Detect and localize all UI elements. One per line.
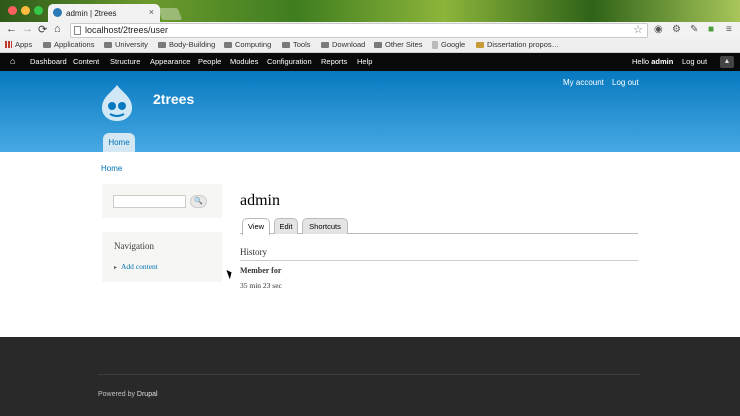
extension-green-icon[interactable]: ■ [708, 24, 714, 35]
tab-view[interactable]: View [242, 218, 270, 235]
footer-divider [98, 374, 640, 375]
main-menu-home[interactable]: Home [103, 133, 135, 152]
member-for-value: 35 min 23 sec [240, 281, 282, 290]
toolbar-appearance[interactable]: Appearance [150, 57, 190, 66]
bookmark-label: Body-Building [169, 40, 216, 49]
browser-titlebar: admin | 2trees × [0, 0, 740, 22]
bookmark-applications[interactable]: Applications [43, 40, 94, 49]
member-for-label: Member for [240, 266, 282, 275]
toolbar-modules[interactable]: Modules [230, 57, 258, 66]
page-title: admin [240, 192, 280, 209]
forward-arrow-icon[interactable]: → [22, 23, 33, 35]
navigation-block: Navigation Add content [102, 232, 222, 282]
reload-icon[interactable]: ⟳ [38, 23, 47, 36]
apps-grid-icon [5, 41, 12, 48]
search-button[interactable]: 🔍 [190, 195, 207, 208]
folder-icon [282, 41, 290, 48]
bookmark-label: Tools [293, 40, 311, 49]
browser-toolbar: ← → ⟳ ⌂ localhost/2trees/user ☆ ◉ ⚙ ✎ ■ … [0, 22, 740, 39]
admin-toolbar: ⌂ Dashboard Content Structure Appearance… [0, 53, 740, 71]
bookmark-other-sites[interactable]: Other Sites [374, 40, 423, 49]
toolbar-structure[interactable]: Structure [110, 57, 140, 66]
bookmark-label: Apps [15, 40, 33, 49]
zoom-window-button[interactable] [34, 6, 43, 15]
menu-icon[interactable]: ≡ [726, 24, 732, 35]
folder-icon [321, 41, 329, 48]
folder-icon [43, 41, 51, 48]
extension-globe-icon[interactable]: ◉ [654, 24, 663, 35]
url-text: localhost/2trees/user [85, 25, 169, 35]
close-window-button[interactable] [8, 6, 17, 15]
logout-link[interactable]: Log out [612, 78, 639, 87]
home-icon[interactable]: ⌂ [54, 23, 61, 35]
minimize-window-button[interactable] [21, 6, 30, 15]
bookmark-download[interactable]: Download [321, 40, 365, 49]
tab-title: admin | 2trees [66, 8, 117, 18]
bookmark-computing[interactable]: Computing [224, 40, 271, 49]
toolbar-greeting: Hello admin [632, 57, 673, 66]
bookmark-google[interactable]: Google [432, 40, 465, 49]
toolbar-people[interactable]: People [198, 57, 221, 66]
bookmarks-bar: Apps Applications University Body-Buildi… [0, 39, 740, 53]
folder-icon [224, 41, 232, 48]
toolbar-drawer-toggle[interactable]: ▲ [720, 56, 734, 68]
page-icon [432, 40, 438, 49]
powered-by: Powered by Drupal [98, 391, 158, 398]
mouse-cursor-icon [226, 268, 234, 280]
bookmark-tools[interactable]: Tools [282, 40, 311, 49]
browser-tab[interactable]: admin | 2trees × [48, 4, 160, 22]
breadcrumb[interactable]: Home [101, 164, 122, 173]
drupal-favicon-icon [53, 8, 62, 17]
drupal-logo-icon[interactable] [100, 84, 134, 122]
bookmark-label: Download [332, 40, 366, 49]
back-arrow-icon[interactable]: ← [6, 23, 17, 35]
tab-shortcuts[interactable]: Shortcuts [302, 218, 348, 234]
navigation-title: Navigation [114, 241, 154, 251]
toolbar-help[interactable]: Help [357, 57, 372, 66]
bookmark-apps[interactable]: Apps [5, 40, 32, 49]
site-footer: Powered by Drupal [0, 337, 740, 416]
toolbar-content[interactable]: Content [73, 57, 99, 66]
tab-close-icon[interactable]: × [149, 7, 154, 17]
extension-gear-icon[interactable]: ⚙ [672, 24, 681, 35]
hello-prefix: Hello [632, 57, 652, 66]
bookmark-label: Other Sites [385, 40, 423, 49]
toolbar-home-icon[interactable]: ⌂ [10, 56, 15, 66]
extension-tools-icon[interactable]: ✎ [690, 24, 698, 35]
toolbar-logout[interactable]: Log out [682, 57, 707, 66]
toolbar-user-link[interactable]: admin [651, 57, 673, 66]
bookmark-label: Dissertation propos… [487, 40, 560, 49]
powered-prefix: Powered by [98, 391, 137, 398]
bookmark-star-icon[interactable]: ☆ [633, 24, 643, 37]
bookmark-icon [476, 41, 484, 48]
site-header: 2trees My account Log out Home [0, 71, 740, 152]
add-content-link[interactable]: Add content [114, 262, 158, 271]
drupal-link[interactable]: Drupal [137, 391, 158, 398]
folder-icon [374, 41, 382, 48]
page-icon [74, 26, 81, 35]
address-bar[interactable]: localhost/2trees/user ☆ [70, 23, 648, 38]
bookmark-body-building[interactable]: Body-Building [158, 40, 215, 49]
folder-icon [158, 41, 166, 48]
tab-edit[interactable]: Edit [274, 218, 298, 234]
toolbar-dashboard[interactable]: Dashboard [30, 57, 67, 66]
my-account-link[interactable]: My account [563, 78, 604, 87]
user-tabs: View Edit Shortcuts [240, 218, 638, 235]
bookmark-dissertation[interactable]: Dissertation propos… [476, 40, 559, 49]
folder-icon [104, 41, 112, 48]
toolbar-configuration[interactable]: Configuration [267, 57, 312, 66]
main-content: Home 🔍 Navigation Add content admin View… [0, 152, 740, 337]
bookmark-university[interactable]: University [104, 40, 148, 49]
history-heading: History [240, 247, 638, 261]
bookmark-label: Computing [235, 40, 272, 49]
search-block: 🔍 [102, 184, 222, 218]
site-name[interactable]: 2trees [153, 91, 194, 107]
new-tab-button[interactable] [157, 8, 183, 20]
toolbar-reports[interactable]: Reports [321, 57, 347, 66]
bookmark-label: Google [441, 40, 466, 49]
bookmark-label: University [115, 40, 148, 49]
bookmark-label: Applications [54, 40, 95, 49]
search-input[interactable] [113, 195, 186, 208]
